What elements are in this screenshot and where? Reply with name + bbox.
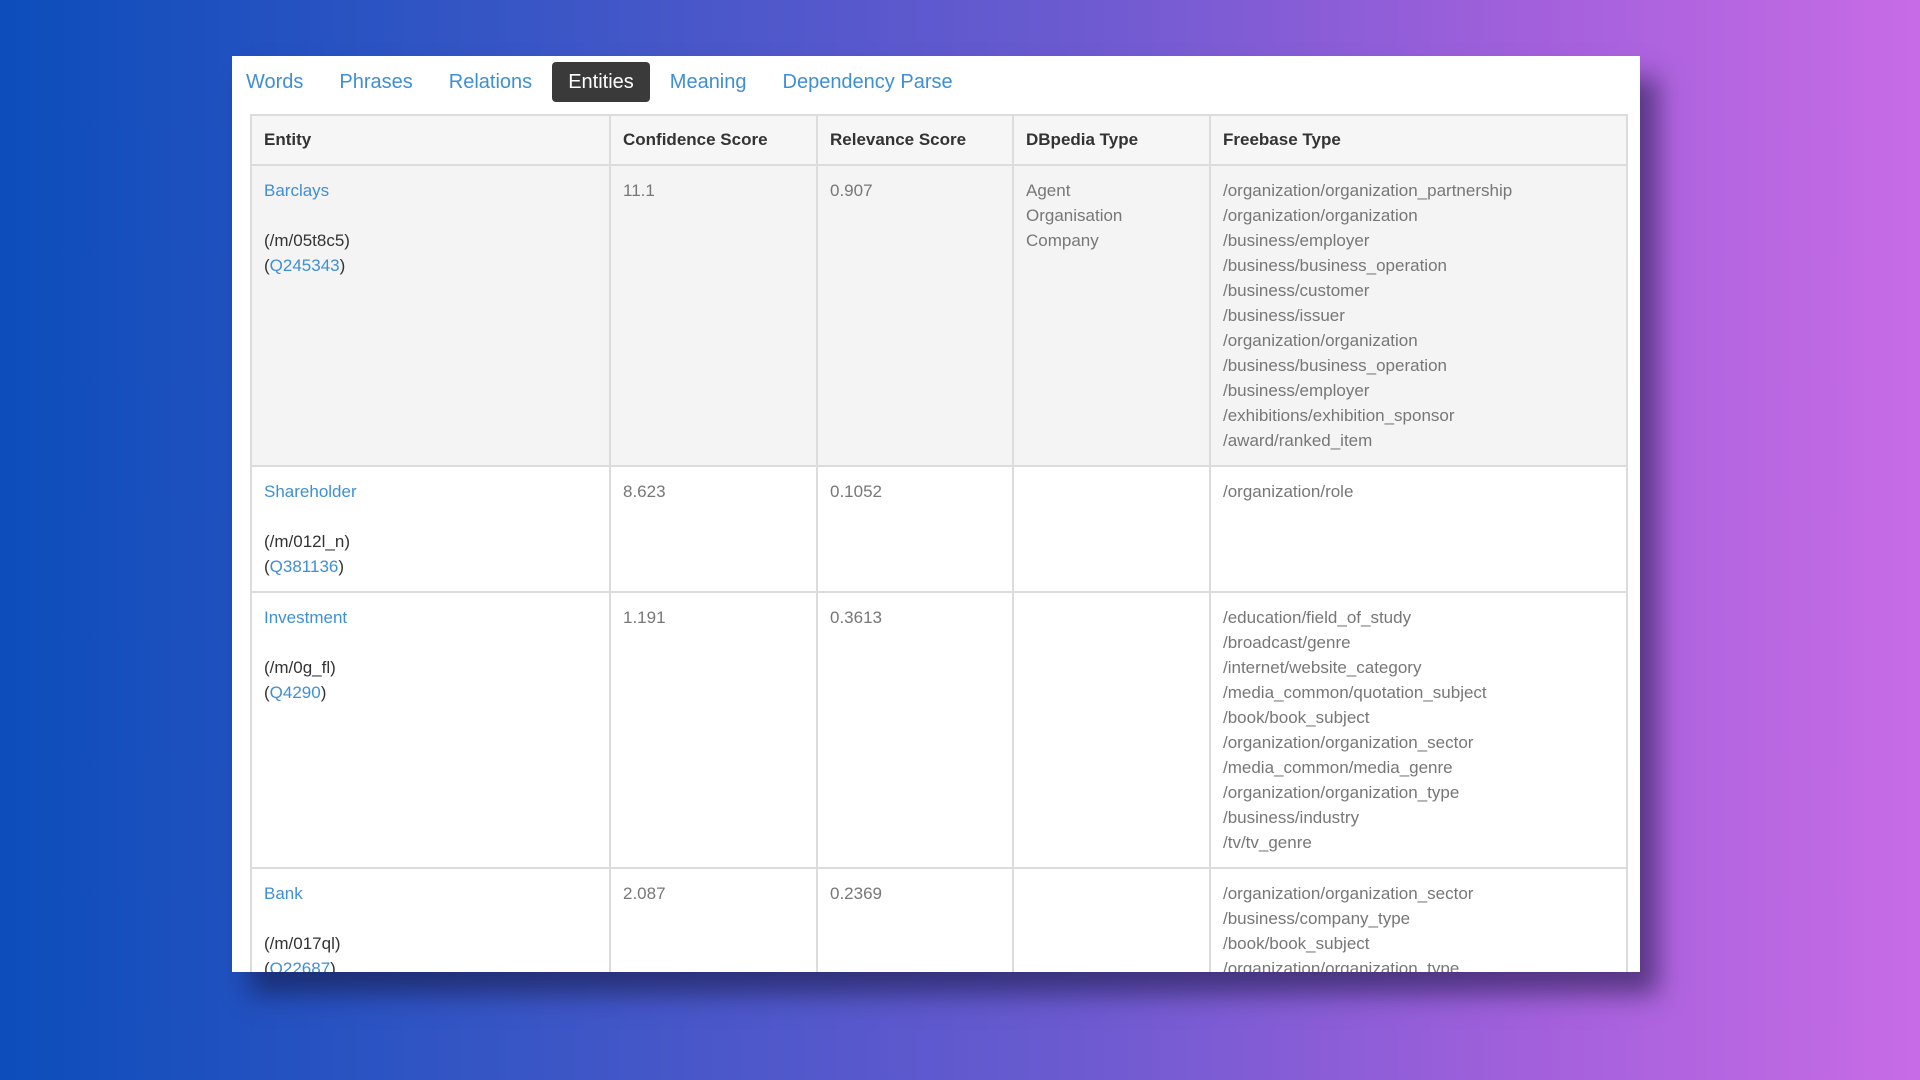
freebase-type-item: /internet/website_category xyxy=(1223,658,1422,677)
cell-relevance-score: 0.1052 xyxy=(817,466,1014,593)
freebase-type-item: /business/business_operation xyxy=(1223,356,1447,375)
wikidata-ref: (Q381136) xyxy=(264,554,597,579)
app-window: Words Phrases Relations Entities Meaning… xyxy=(232,56,1640,972)
freebase-id: (/m/012l_n) xyxy=(264,532,350,551)
entities-table: Entity Confidence Score Relevance Score … xyxy=(252,116,1626,972)
wikidata-close-paren: ) xyxy=(330,959,336,972)
freebase-type-item: /tv/tv_genre xyxy=(1223,833,1312,852)
tab-relations[interactable]: Relations xyxy=(433,62,548,102)
table-row: Investment (/m/0g_fl) (Q4290) 1.191 0.3613/e… xyxy=(252,592,1626,869)
freebase-type-item: /business/business_operation xyxy=(1223,256,1447,275)
cell-entity: Shareholder (/m/012l_n) (Q381136) xyxy=(252,466,611,593)
cell-relevance-score: 0.3613 xyxy=(817,592,1014,869)
wikidata-close-paren: ) xyxy=(320,683,327,702)
cell-entity: Bank (/m/017ql) (Q22687) xyxy=(252,868,611,972)
dbpedia-type-item: Company xyxy=(1026,231,1099,250)
wikidata-close-paren: ) xyxy=(339,256,346,275)
cell-confidence-score: 2.087 xyxy=(610,868,818,972)
tab-meaning[interactable]: Meaning xyxy=(654,62,763,102)
freebase-type-item: /business/company_type xyxy=(1223,909,1411,928)
freebase-type-item: /exhibitions/exhibition_sponsor xyxy=(1223,406,1455,425)
cell-confidence-score: 1.191 xyxy=(610,592,818,869)
tab-phrases[interactable]: Phrases xyxy=(323,62,428,102)
tab-entities[interactable]: Entities xyxy=(552,62,650,102)
freebase-id: (/m/0g_fl) xyxy=(264,658,336,677)
header-dbpedia-type: DBpedia Type xyxy=(1013,116,1211,166)
header-freebase-type: Freebase Type xyxy=(1210,116,1626,166)
cell-entity: Investment (/m/0g_fl) (Q4290) xyxy=(252,592,611,869)
freebase-type-item: /award/ranked_item xyxy=(1223,431,1373,450)
tab-bar: Words Phrases Relations Entities Meaning… xyxy=(232,62,973,102)
freebase-type-item: /organization/organization_sector xyxy=(1223,884,1474,903)
wikidata-ref: (Q22687) xyxy=(264,956,597,972)
wikidata-link[interactable]: Q245343 xyxy=(270,256,340,275)
cell-freebase-type: /education/field_of_study/broadcast/genr… xyxy=(1210,592,1626,869)
dbpedia-type-item: Agent xyxy=(1026,181,1071,200)
cell-freebase-type: /organization/role xyxy=(1210,466,1626,593)
freebase-type-item: /business/employer xyxy=(1223,381,1370,400)
cell-dbpedia-type xyxy=(1013,868,1211,972)
table-row: Shareholder (/m/012l_n) (Q381136) 8.623 0.10… xyxy=(252,466,1626,593)
table-row: Barclays (/m/05t8c5) (Q245343) 11.1 0.907 Age… xyxy=(252,165,1626,467)
tab-words[interactable]: Words xyxy=(232,62,319,102)
freebase-type-item: /book/book_subject xyxy=(1223,934,1370,953)
cell-dbpedia-type: Agent Organisation Company xyxy=(1013,165,1211,467)
table-header-row: Entity Confidence Score Relevance Score … xyxy=(252,116,1626,166)
entity-link[interactable]: Investment xyxy=(264,605,597,630)
freebase-type-item: /organization/organization_partnership xyxy=(1223,181,1513,200)
freebase-type-item: /broadcast/genre xyxy=(1223,633,1351,652)
cell-relevance-score: 0.2369 xyxy=(817,868,1014,972)
freebase-type-item: /organization/organization_type xyxy=(1223,783,1460,802)
wikidata-link[interactable]: Q4290 xyxy=(270,683,321,702)
freebase-id: (/m/017ql) xyxy=(264,934,341,953)
freebase-type-item: /education/field_of_study xyxy=(1223,608,1412,627)
freebase-type-item: /business/issuer xyxy=(1223,306,1345,325)
freebase-type-item: /organization/role xyxy=(1223,482,1354,501)
freebase-id: (/m/05t8c5) xyxy=(264,231,350,250)
cell-confidence-score: 11.1 xyxy=(610,165,818,467)
table-body: Barclays (/m/05t8c5) (Q245343) 11.1 0.907 Age… xyxy=(252,165,1626,972)
wikidata-ref: (Q4290) xyxy=(264,680,597,705)
entity-link[interactable]: Shareholder xyxy=(264,479,597,504)
header-confidence-score: Confidence Score xyxy=(610,116,818,166)
tab-dependency-parse[interactable]: Dependency Parse xyxy=(767,62,969,102)
cell-freebase-type: /organization/organization_partnership/o… xyxy=(1210,165,1626,467)
freebase-type-item: /organization/organization_sector xyxy=(1223,733,1474,752)
freebase-type-item: /business/industry xyxy=(1223,808,1360,827)
cell-entity: Barclays (/m/05t8c5) (Q245343) xyxy=(252,165,611,467)
entity-link[interactable]: Bank xyxy=(264,881,597,906)
table-row: Bank (/m/017ql) (Q22687) 2.087 0.2369/organi… xyxy=(252,868,1626,972)
cell-dbpedia-type xyxy=(1013,466,1211,593)
freebase-type-item: /book/book_subject xyxy=(1223,708,1370,727)
dbpedia-type-item: Organisation xyxy=(1026,206,1123,225)
cell-dbpedia-type xyxy=(1013,592,1211,869)
cell-freebase-type: /organization/organization_sector/busine… xyxy=(1210,868,1626,972)
freebase-type-item: /business/employer xyxy=(1223,231,1370,250)
entities-table-container: Entity Confidence Score Relevance Score … xyxy=(250,114,1628,972)
wikidata-link[interactable]: Q22687 xyxy=(270,959,331,972)
entity-link[interactable]: Barclays xyxy=(264,178,597,203)
header-relevance-score: Relevance Score xyxy=(817,116,1014,166)
freebase-type-item: /media_common/media_genre xyxy=(1223,758,1453,777)
wikidata-close-paren: ) xyxy=(338,557,345,576)
freebase-type-item: /organization/organization xyxy=(1223,206,1418,225)
cell-confidence-score: 8.623 xyxy=(610,466,818,593)
freebase-type-item: /organization/organization xyxy=(1223,331,1418,350)
freebase-type-item: /organization/organization_type xyxy=(1223,959,1460,972)
wikidata-link[interactable]: Q381136 xyxy=(270,557,339,576)
header-entity: Entity xyxy=(252,116,611,166)
freebase-type-item: /business/customer xyxy=(1223,281,1370,300)
cell-relevance-score: 0.907 xyxy=(817,165,1014,467)
freebase-type-item: /media_common/quotation_subject xyxy=(1223,683,1487,702)
wikidata-ref: (Q245343) xyxy=(264,253,597,278)
